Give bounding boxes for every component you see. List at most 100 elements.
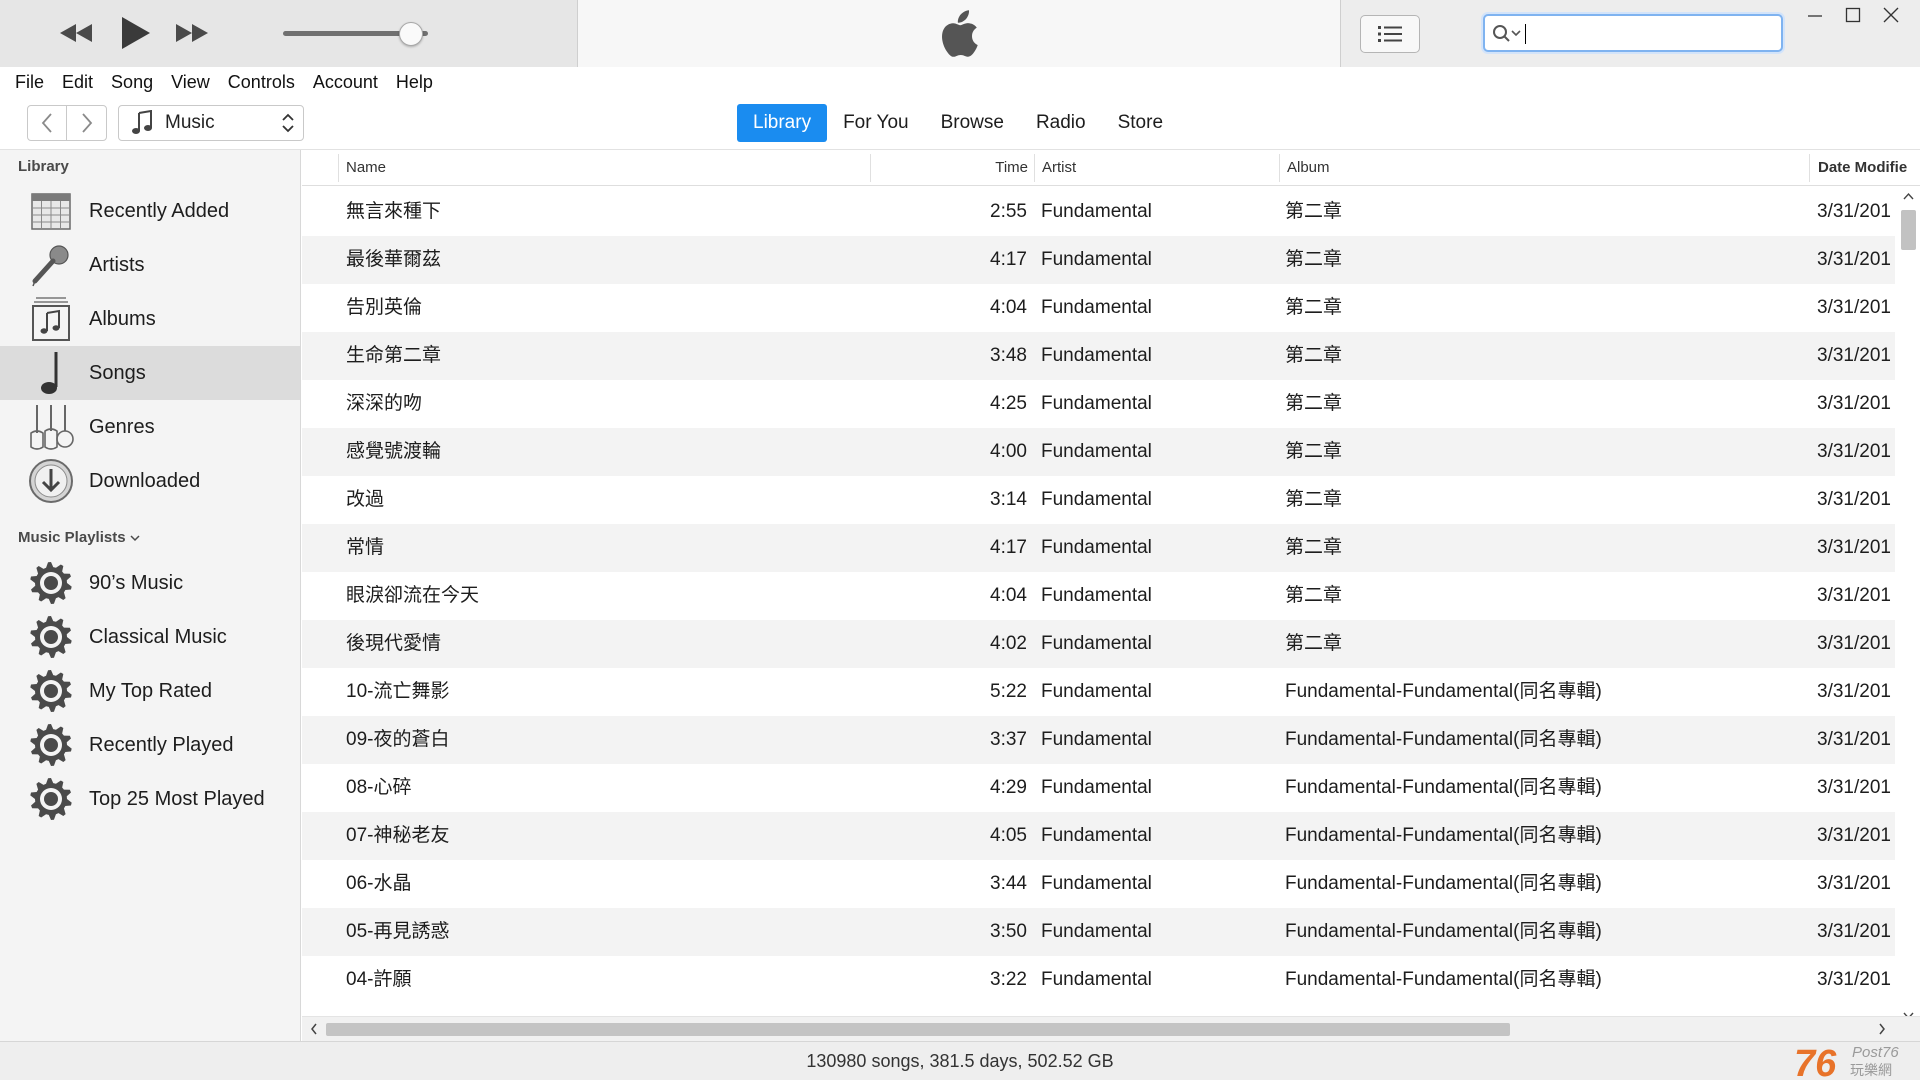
up-next-list-button[interactable] <box>1360 15 1420 53</box>
menu-bar: File Edit Song View Controls Account Hel… <box>0 67 1920 98</box>
menu-help[interactable]: Help <box>387 72 442 93</box>
song-album-cell: 第二章 <box>1285 489 1343 510</box>
song-artist-cell: Fundamental <box>1041 921 1152 942</box>
sidebar-item-label: Top 25 Most Played <box>89 787 265 810</box>
song-artist-cell: Fundamental <box>1041 393 1152 414</box>
song-name-cell: 06-水晶 <box>346 873 412 894</box>
sidebar-item-recently-added[interactable]: Recently Added <box>0 184 300 238</box>
tab-radio[interactable]: Radio <box>1020 104 1102 142</box>
table-header: Name Time Artist Album Date Modifie <box>302 150 1920 186</box>
music-note-icon <box>132 110 152 134</box>
table-row[interactable]: 07-神秘老友 4:05 Fundamental Fundamental-Fundam… <box>302 812 1895 860</box>
table-row[interactable]: 深深的吻 4:25 Fundamental 第二章 3/31/201 <box>302 380 1895 428</box>
forward-button[interactable] <box>67 106 106 140</box>
column-header-name[interactable]: Name <box>346 150 386 186</box>
sidebar-playlist-top-25-most-played[interactable]: Top 25 Most Played <box>0 772 300 826</box>
song-time-cell: 3:14 <box>990 489 1027 510</box>
column-header-date-modified[interactable]: Date Modifie <box>1818 150 1907 186</box>
vertical-scroll-thumb[interactable] <box>1901 210 1916 250</box>
song-album-cell: Fundamental-Fundamental(同名專輯) <box>1285 729 1602 750</box>
song-name-cell: 無言來種下 <box>346 201 442 222</box>
song-time-cell: 4:17 <box>990 249 1027 270</box>
gear-icon <box>30 562 72 604</box>
close-button[interactable] <box>1875 2 1907 28</box>
rewind-button[interactable] <box>54 14 98 52</box>
table-row[interactable]: 改過 3:14 Fundamental 第二章 3/31/201 <box>302 476 1895 524</box>
table-row[interactable]: 10-流亡舞影 5:22 Fundamental Fundamental-Fundam… <box>302 668 1895 716</box>
song-artist-cell: Fundamental <box>1041 345 1152 366</box>
song-time-cell: 3:44 <box>990 873 1027 894</box>
menu-controls[interactable]: Controls <box>219 72 304 93</box>
menu-view[interactable]: View <box>162 72 219 93</box>
media-kind-selector[interactable]: Music <box>118 105 304 141</box>
song-time-cell: 3:50 <box>990 921 1027 942</box>
table-row[interactable]: 09-夜的蒼白 3:37 Fundamental Fundamental-Fundam… <box>302 716 1895 764</box>
scroll-right-button[interactable] <box>1872 1019 1892 1039</box>
minimize-button[interactable] <box>1799 2 1831 28</box>
search-input[interactable] <box>1525 20 1775 46</box>
song-time-cell: 4:04 <box>990 297 1027 318</box>
tab-browse[interactable]: Browse <box>925 104 1020 142</box>
song-name-cell: 08-心碎 <box>346 777 412 798</box>
sidebar-playlist-my-top-rated[interactable]: My Top Rated <box>0 664 300 718</box>
menu-account[interactable]: Account <box>304 72 387 93</box>
sidebar-item-songs[interactable]: Songs <box>0 346 300 400</box>
column-header-artist[interactable]: Artist <box>1042 150 1076 186</box>
table-row[interactable]: 最後華爾茲 4:17 Fundamental 第二章 3/31/201 <box>302 236 1895 284</box>
column-header-album[interactable]: Album <box>1287 150 1330 186</box>
table-row[interactable]: 生命第二章 3:48 Fundamental 第二章 3/31/201 <box>302 332 1895 380</box>
song-album-cell: 第二章 <box>1285 585 1343 606</box>
song-time-cell: 2:55 <box>990 201 1027 222</box>
tab-for-you[interactable]: For You <box>827 104 925 142</box>
table-row[interactable]: 無言來種下 2:55 Fundamental 第二章 3/31/201 <box>302 188 1895 236</box>
vertical-scrollbar[interactable] <box>1897 186 1920 1026</box>
song-name-cell: 生命第二章 <box>346 345 442 366</box>
fast-forward-button[interactable] <box>170 14 214 52</box>
table-row[interactable]: 感覺號渡輪 4:00 Fundamental 第二章 3/31/201 <box>302 428 1895 476</box>
horizontal-scroll-thumb[interactable] <box>326 1023 1510 1036</box>
sidebar-item-downloaded[interactable]: Downloaded <box>0 454 300 508</box>
search-field[interactable] <box>1483 14 1783 52</box>
tab-store[interactable]: Store <box>1102 104 1179 142</box>
now-playing-display <box>578 0 1340 67</box>
table-row[interactable]: 08-心碎 4:29 Fundamental Fundamental-Fundamen… <box>302 764 1895 812</box>
menu-file[interactable]: File <box>6 72 53 93</box>
gear-icon <box>30 670 72 712</box>
sidebar-item-genres[interactable]: Genres <box>0 400 300 454</box>
table-row[interactable]: 眼淚卻流在今天 4:04 Fundamental 第二章 3/31/201 <box>302 572 1895 620</box>
table-row[interactable]: 常情 4:17 Fundamental 第二章 3/31/201 <box>302 524 1895 572</box>
song-date-modified-cell: 3/31/201 <box>1817 825 1891 846</box>
song-artist-cell: Fundamental <box>1041 585 1152 606</box>
tab-library[interactable]: Library <box>737 104 828 142</box>
scroll-left-button[interactable] <box>304 1019 324 1039</box>
back-button[interactable] <box>28 106 68 140</box>
song-album-cell: Fundamental-Fundamental(同名專輯) <box>1285 777 1602 798</box>
column-header-time[interactable]: Time <box>992 150 1028 186</box>
song-name-cell: 07-神秘老友 <box>346 825 450 846</box>
table-row[interactable]: 告別英倫 4:04 Fundamental 第二章 3/31/201 <box>302 284 1895 332</box>
sidebar-playlist-recently-played[interactable]: Recently Played <box>0 718 300 772</box>
table-row[interactable]: 06-水晶 3:44 Fundamental Fundamental-Fundamen… <box>302 860 1895 908</box>
sidebar-item-albums[interactable]: Albums <box>0 292 300 346</box>
sidebar-item-artists[interactable]: Artists <box>0 238 300 292</box>
song-date-modified-cell: 3/31/201 <box>1817 489 1891 510</box>
chevron-right-icon <box>81 113 92 133</box>
menu-song[interactable]: Song <box>102 72 162 93</box>
volume-slider-handle[interactable] <box>398 22 423 46</box>
song-name-cell: 改過 <box>346 489 385 510</box>
table-row[interactable]: 04-許願 3:22 Fundamental Fundamental-Fundamen… <box>302 956 1895 1004</box>
maximize-button[interactable] <box>1837 2 1869 28</box>
song-time-cell: 4:00 <box>990 441 1027 462</box>
song-artist-cell: Fundamental <box>1041 537 1152 558</box>
sidebar-item-label: Recently Added <box>89 199 230 222</box>
sidebar-playlist-90s-music[interactable]: 90’s Music <box>0 556 300 610</box>
play-button[interactable] <box>113 14 157 52</box>
menu-edit[interactable]: Edit <box>53 72 102 93</box>
gear-icon <box>30 778 72 820</box>
playlists-heading[interactable]: Music Playlists <box>18 529 140 546</box>
horizontal-scrollbar[interactable] <box>302 1016 1920 1041</box>
sidebar-playlist-classical-music[interactable]: Classical Music <box>0 610 300 664</box>
column-separator <box>1809 154 1810 182</box>
table-row[interactable]: 後現代愛情 4:02 Fundamental 第二章 3/31/201 <box>302 620 1895 668</box>
table-row[interactable]: 05-再見誘惑 3:50 Fundamental Fundamental-Fundam… <box>302 908 1895 956</box>
